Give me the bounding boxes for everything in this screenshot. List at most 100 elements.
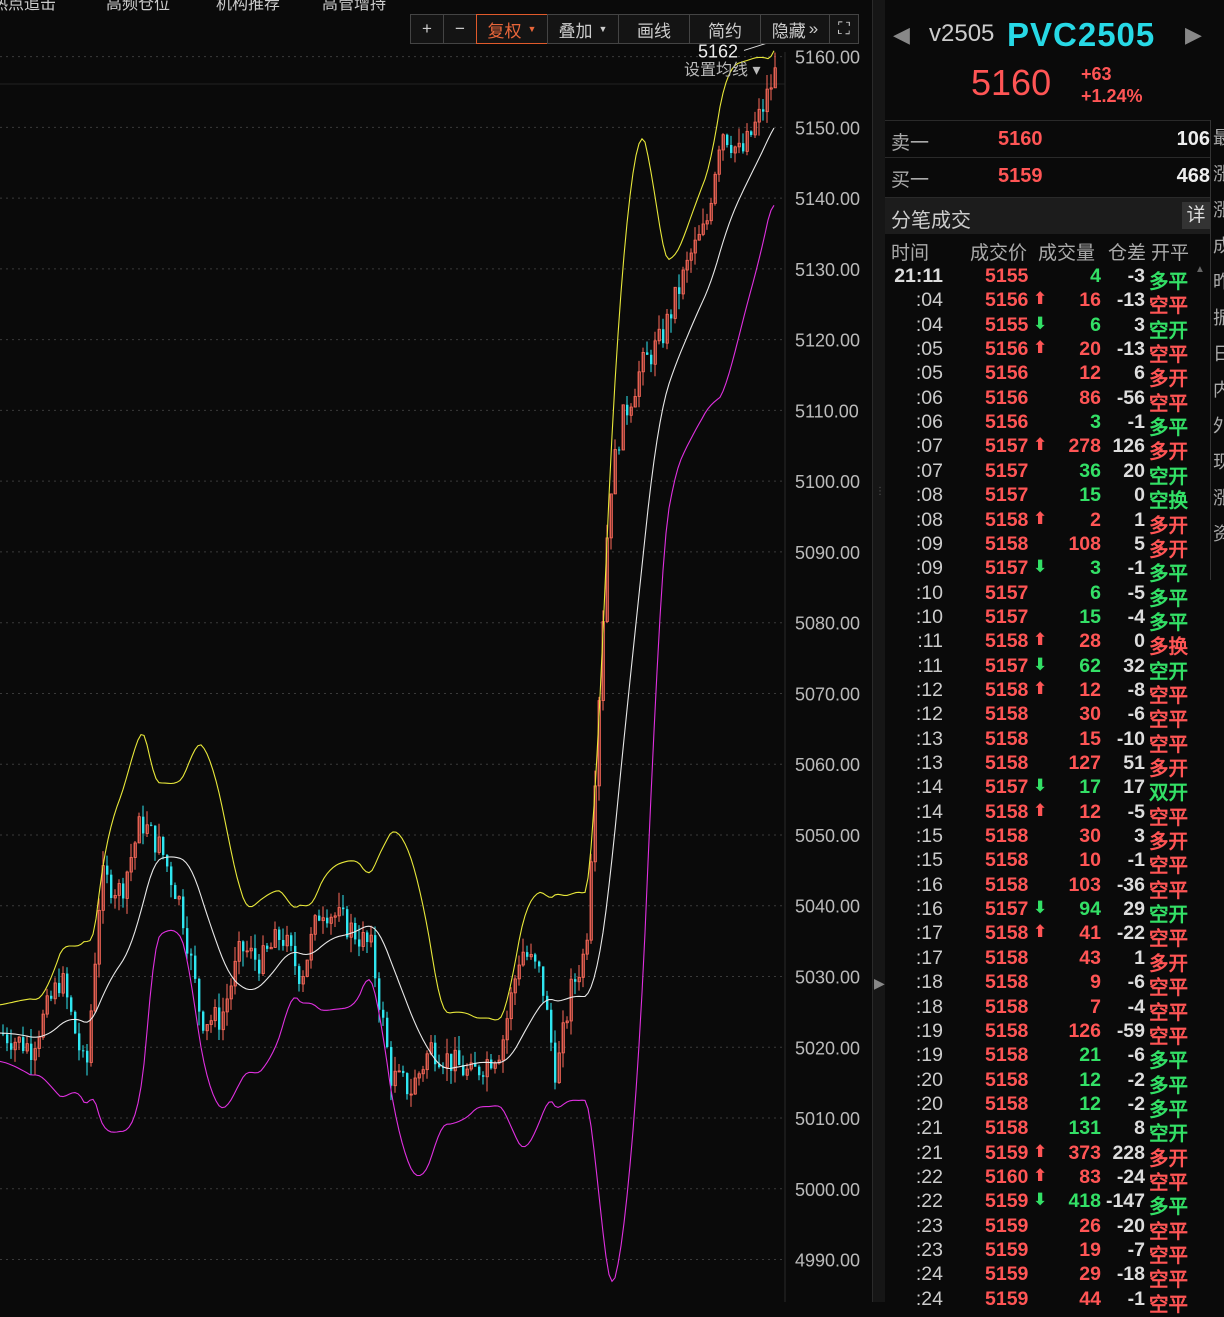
edge-label: 现 xyxy=(1211,444,1224,480)
candle-body xyxy=(298,966,301,984)
tick-time: :14 xyxy=(915,776,943,799)
tick-row: :09 5157 ⬇ 3 -1 多平 xyxy=(885,557,1210,585)
detail-button[interactable]: 详 xyxy=(1182,202,1210,229)
candle-body xyxy=(78,1033,81,1051)
boll-upper-line xyxy=(0,50,775,1021)
caret-down-icon: ▼ xyxy=(527,24,537,34)
tick-oi-change: -36 xyxy=(1116,873,1145,896)
tick-row: 21:11 5155 4 -3 多平 xyxy=(885,265,1210,293)
boll-mid-line xyxy=(0,127,775,1070)
tick-volume: 29 xyxy=(1079,1263,1101,1286)
tick-oi-change: -3 xyxy=(1127,265,1145,287)
tick-price: 5157 xyxy=(985,435,1029,458)
tick-volume: 86 xyxy=(1079,386,1101,409)
ask-price: 5160 xyxy=(998,128,1043,150)
tick-row: :19 5158 126 -59 空平 xyxy=(885,1019,1210,1048)
tick-oi-change: 1 xyxy=(1134,946,1145,969)
candle-body xyxy=(70,997,73,1012)
tick-price: 5158 xyxy=(985,873,1029,896)
tick-row: :10 5157 15 -4 多平 xyxy=(885,605,1210,634)
hide-label: 隐藏 xyxy=(771,21,806,41)
candle-body xyxy=(254,948,257,960)
tick-oi-change: 228 xyxy=(1112,1141,1145,1164)
candle-body xyxy=(190,953,193,956)
price-change: +63 +1.24% xyxy=(1081,63,1143,107)
col-price: 成交价 xyxy=(970,243,1028,264)
simple-mode-button[interactable]: 简约 xyxy=(689,14,761,44)
panel-splitter[interactable]: ⋮ ▶ xyxy=(872,0,886,1302)
tick-time: :10 xyxy=(915,605,943,628)
tick-volume: 12 xyxy=(1079,362,1101,385)
tick-volume: 15 xyxy=(1079,484,1101,507)
tick-price: 5155 xyxy=(985,265,1029,287)
tick-row: :07 5157 36 20 空开 xyxy=(885,460,1210,488)
hide-button[interactable]: 隐藏» xyxy=(760,14,830,44)
tick-oi-change: 17 xyxy=(1123,776,1145,799)
tick-price: 5156 xyxy=(985,386,1029,409)
price-tick-label: 5060.00 xyxy=(795,755,860,775)
price-tick-label: 5110.00 xyxy=(795,401,859,421)
change-value: +63 xyxy=(1081,64,1112,84)
tick-oi-change: -1 xyxy=(1127,849,1145,872)
tick-row: :17 5158 ⬆ 41 -22 空平 xyxy=(885,922,1210,950)
tick-row: :08 5157 15 0 空换 xyxy=(885,484,1210,512)
tick-row: :24 5159 29 -18 空平 xyxy=(885,1263,1210,1291)
tick-time: :09 xyxy=(915,532,943,555)
tick-open-close: 空平 xyxy=(1149,1293,1189,1316)
tick-price: 5159 xyxy=(985,1190,1029,1213)
tick-time: :23 xyxy=(915,1214,943,1237)
price-tick-label: 5130.00 xyxy=(795,260,860,280)
candle-body xyxy=(86,1050,89,1063)
candle-body xyxy=(458,1050,461,1066)
contract-name: PVC2505 xyxy=(1007,16,1156,53)
candle-body xyxy=(646,352,649,355)
tick-volume: 16 xyxy=(1079,289,1101,312)
candle-body xyxy=(74,1011,77,1034)
edge-label: 资 xyxy=(1211,516,1224,552)
zoom-in-button[interactable]: + xyxy=(410,14,444,44)
candle-body xyxy=(318,915,321,921)
overlay-dropdown[interactable]: 叠加 ▼ xyxy=(547,14,619,44)
candle-body xyxy=(6,1034,9,1044)
tick-row: :21 5159 ⬆ 373 228 多开 xyxy=(885,1141,1210,1170)
candle-body xyxy=(186,928,189,954)
adjust-dropdown[interactable]: 复权 ▼ xyxy=(476,14,548,44)
ask-row: 卖一 5160 106 xyxy=(885,120,1210,157)
tick-price: 5159 xyxy=(985,1239,1029,1261)
price-tick-label: 4990.00 xyxy=(795,1251,860,1271)
tick-row: :19 5158 21 -6 多平 xyxy=(885,1044,1210,1072)
candle-body xyxy=(266,945,269,949)
tick-volume: 9 xyxy=(1090,971,1101,994)
tick-volume: 17 xyxy=(1079,776,1101,799)
overlay-label: 叠加 xyxy=(558,21,593,41)
candle-body xyxy=(346,909,349,938)
tick-row: :12 5158 30 -6 空平 xyxy=(885,703,1210,731)
candle-body xyxy=(478,1066,481,1076)
contract-code: v2505 xyxy=(929,20,995,47)
draw-line-button[interactable]: 画线 xyxy=(618,14,690,44)
bid-row: 买一 5159 468 xyxy=(885,157,1210,194)
ma-setting-dropdown[interactable]: 设置均线 ▾ xyxy=(684,56,760,80)
tick-oi-change: -22 xyxy=(1116,922,1145,945)
tick-volume: 20 xyxy=(1079,338,1101,361)
tick-volume: 7 xyxy=(1090,995,1101,1018)
tick-oi-change: -59 xyxy=(1116,1019,1145,1042)
stats-column-edge: 最涨涨成昨振日内外现涨资 xyxy=(1210,120,1224,580)
prev-contract-icon[interactable]: ◀ xyxy=(893,22,910,48)
tick-price: 5160 xyxy=(985,1165,1029,1188)
candle-body xyxy=(258,959,261,974)
tick-time: :23 xyxy=(915,1239,943,1261)
bid-qty: 468 xyxy=(1176,165,1210,187)
candle-body xyxy=(386,1017,389,1047)
fullscreen-icon: ⛶ xyxy=(838,19,850,38)
next-contract-icon[interactable]: ▶ xyxy=(1185,22,1202,48)
fullscreen-button[interactable]: ⛶ xyxy=(829,14,859,44)
kline-chart[interactable]: 5160.00 5150.00 5140.00 5130.00 5120.00 5110.… xyxy=(0,0,872,1302)
collapse-arrow-icon[interactable]: ▶ xyxy=(874,975,885,992)
tick-time: :09 xyxy=(915,557,943,580)
zoom-out-button[interactable]: − xyxy=(443,14,477,44)
tick-time: :22 xyxy=(915,1165,943,1188)
price-tick-label: 5000.00 xyxy=(795,1180,860,1200)
tick-oi-change: 8 xyxy=(1134,1117,1145,1140)
tick-price: 5156 xyxy=(985,338,1029,361)
